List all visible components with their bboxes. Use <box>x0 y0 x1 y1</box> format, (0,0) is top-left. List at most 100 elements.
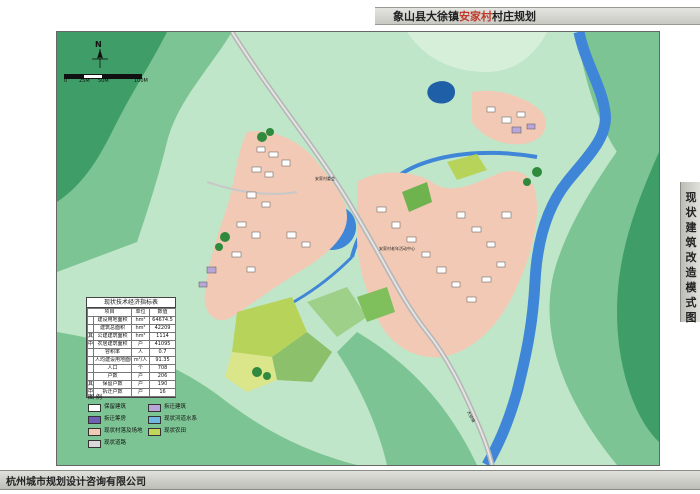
building <box>406 236 417 243</box>
building <box>516 111 526 118</box>
building <box>466 296 477 303</box>
stats-value: 42209 <box>149 324 177 333</box>
stats-header-unit: 单位 <box>131 308 151 317</box>
stats-item: 农居建筑面积 <box>92 340 133 349</box>
stats-grid: 项目 单位 数值 建设用地面积 hm² 64674.5 建筑总面积 hm² 42209 其公… <box>86 308 177 397</box>
map-legend: 图 例 保留建筑 拆迁建筑 拆迁筹房 现状河道水系 现状村落及场地 现状农田 现… <box>86 389 226 459</box>
building-demolish <box>511 126 522 134</box>
stats-unit: 户 <box>131 372 151 381</box>
title-bar: 象山县大徐镇安家村村庄规划 <box>0 4 700 25</box>
stats-unit: hm² <box>131 316 151 325</box>
north-arrow: N <box>90 40 110 70</box>
stats-header-value: 数值 <box>149 308 177 317</box>
building <box>236 221 247 228</box>
stats-item: 人口 <box>92 364 133 373</box>
stats-item: 容积率 <box>92 348 133 357</box>
stats-row: 容积率人 0.7 <box>87 348 177 357</box>
tree <box>257 132 267 142</box>
stats-value: 1114 <box>149 332 177 341</box>
stats-unit: 户 <box>131 380 151 389</box>
legend-swatch <box>88 428 101 436</box>
building <box>281 159 291 167</box>
scale-label-0: 0 <box>64 78 68 84</box>
building <box>481 276 492 283</box>
stats-caption: 现状技术经济指标表 <box>87 298 175 308</box>
footer-bar: 杭州城市规划设计咨询有限公司 <box>0 470 700 490</box>
stats-unit: 户 <box>131 340 151 349</box>
stats-row: 人均建设用地面积 m²/人 91.35 <box>87 356 177 365</box>
stats-value: 206 <box>149 372 177 381</box>
building <box>421 251 431 258</box>
building <box>251 231 261 239</box>
stats-value: 41095 <box>149 340 177 349</box>
stats-row: 其公建建筑面积 hm² 1114 <box>87 332 177 341</box>
tree <box>220 232 230 242</box>
stats-item: 公建建筑面积 <box>92 332 133 341</box>
building <box>246 266 256 273</box>
building <box>391 221 401 229</box>
building <box>501 116 512 124</box>
stats-unit: 人 <box>131 348 151 357</box>
stats-body: 建设用地面积 hm² 64674.5 建筑总面积 hm² 42209 其公建建筑面积 hm² 1… <box>87 316 177 397</box>
building-demolish <box>526 123 536 130</box>
stats-row: 人口个 708 <box>87 364 177 373</box>
sidebar-title: 现状建筑改造模式图 <box>685 191 697 324</box>
stats-unit: m²/人 <box>131 356 151 365</box>
building <box>268 151 279 158</box>
legend-swatch <box>88 416 101 424</box>
tree <box>215 243 223 251</box>
tree <box>252 367 262 377</box>
building <box>231 251 242 258</box>
stats-header-item: 项目 <box>86 308 133 317</box>
stats-header-row: 项目 单位 数值 <box>86 308 177 317</box>
stats-item: 建筑总面积 <box>92 324 133 333</box>
legend-label: 现状农田 <box>164 428 187 434</box>
stats-table: 现状技术经济指标表 项目 单位 数值 建设用地面积 hm² 64674.5 建筑总面积… <box>86 297 177 398</box>
building <box>261 201 271 208</box>
map-page: { "header": { "title_prefix": "象山县大徐镇", … <box>0 0 700 494</box>
building <box>471 226 482 233</box>
scale-label-25: 25M <box>79 78 90 84</box>
legend-label: 现状河道水系 <box>164 416 198 422</box>
stats-unit: 个 <box>131 364 151 373</box>
building <box>376 206 387 213</box>
stats-item: 建设用地面积 <box>92 316 133 325</box>
stats-row: 户数户 206 <box>87 372 177 381</box>
building <box>501 211 512 219</box>
legend-swatch <box>148 428 161 436</box>
stats-item: 户数 <box>92 372 133 381</box>
building <box>286 231 297 239</box>
stats-item: 保留户数 <box>92 380 133 389</box>
title-suffix: 村庄规划 <box>492 10 536 23</box>
legend-label: 现状村落及场地 <box>104 428 143 434</box>
page-title: 象山县大徐镇安家村村庄规划 <box>393 8 536 24</box>
building <box>496 261 506 268</box>
tree <box>523 178 531 186</box>
legend-label: 拆迁建筑 <box>164 404 187 410</box>
building-demolish <box>198 281 208 288</box>
building <box>456 211 466 219</box>
tree <box>532 167 542 177</box>
legend-title: 图 例 <box>88 394 102 401</box>
scale-bar: 0 25M 50M 100M <box>64 74 148 86</box>
stats-value: 91.35 <box>149 356 177 365</box>
title-village-name: 安家村 <box>459 10 492 23</box>
stats-unit: hm² <box>131 332 151 341</box>
building <box>256 146 266 153</box>
tree <box>263 372 271 380</box>
building <box>251 166 262 173</box>
company-name: 杭州城市规划设计咨询有限公司 <box>6 477 146 488</box>
legend-label: 保留建筑 <box>104 404 127 410</box>
building <box>451 281 461 288</box>
stats-row: 中农居建筑面积户 41095 <box>87 340 177 349</box>
stats-value: 64674.5 <box>149 316 177 325</box>
stats-item: 人均建设用地面积 <box>92 356 133 365</box>
building <box>486 241 496 248</box>
building <box>436 266 447 274</box>
legend-swatch <box>88 440 101 448</box>
stats-row: 建设用地面积 hm² 64674.5 <box>87 316 177 325</box>
building <box>301 241 311 248</box>
sidebar-title-panel: 现状建筑改造模式图 <box>680 182 700 324</box>
tree <box>266 128 274 136</box>
title-prefix: 象山县大徐镇 <box>393 10 459 23</box>
